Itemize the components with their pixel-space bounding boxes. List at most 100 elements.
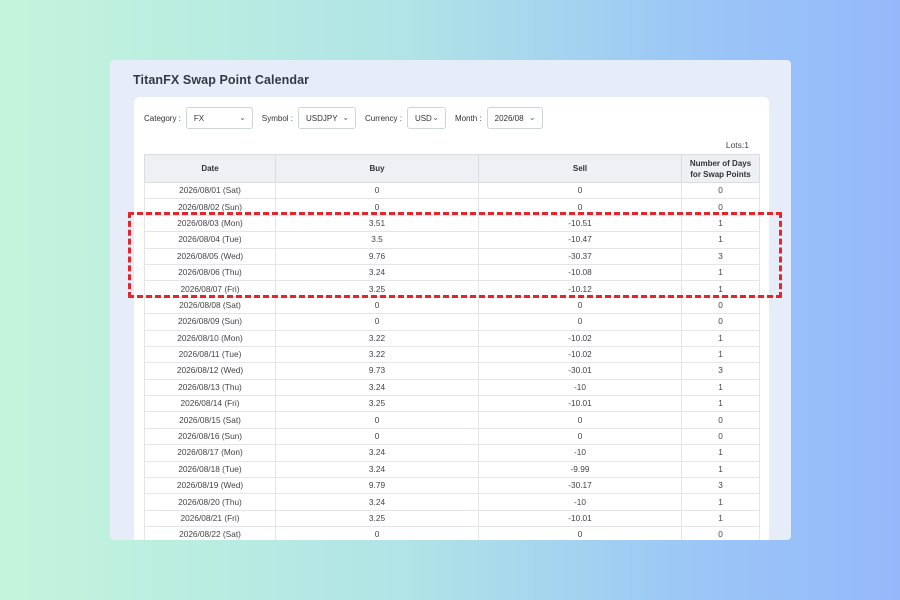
table-row: 2026/08/05 (Wed) 9.76 -30.37 3 <box>144 247 760 265</box>
buy-cell: 3.51 <box>275 214 479 233</box>
days-cell: 0 <box>681 296 760 315</box>
sell-cell: 0 <box>478 411 682 429</box>
buy-header: Buy <box>275 154 479 183</box>
chevron-down-icon: ⌄ <box>432 113 439 122</box>
chevron-down-icon: ⌄ <box>239 113 246 122</box>
window-title: TitanFX Swap Point Calendar <box>133 73 310 87</box>
days-cell: 0 <box>681 411 760 429</box>
date-cell: 2026/08/10 (Mon) <box>144 329 276 347</box>
sell-cell: 0 <box>478 313 682 331</box>
buy-cell: 3.22 <box>275 345 479 364</box>
table-row: 2026/08/19 (Wed) 9.79 -30.17 3 <box>144 477 760 495</box>
symbol-label: Symbol : <box>261 113 294 123</box>
date-cell: 2026/08/02 (Sun) <box>144 198 276 216</box>
table-row: 2026/08/13 (Thu) 3.24 -10 1 <box>144 378 760 397</box>
category-select[interactable]: FX ⌄ <box>185 107 253 129</box>
sell-header: Sell <box>478 154 682 183</box>
sell-cell: -10 <box>478 378 682 397</box>
days-cell: 0 <box>681 313 760 331</box>
days-cell: 1 <box>681 460 760 479</box>
buy-cell: 0 <box>275 411 479 429</box>
date-cell: 2026/08/05 (Wed) <box>144 247 276 265</box>
days-cell: 3 <box>681 247 760 265</box>
buy-cell: 0 <box>275 181 479 200</box>
date-cell: 2026/08/20 (Thu) <box>144 493 276 511</box>
sell-cell: -10.01 <box>478 509 682 528</box>
buy-cell: 9.76 <box>275 247 479 265</box>
table-row: 2026/08/08 (Sat) 0 0 0 <box>144 296 760 315</box>
date-cell: 2026/08/12 (Wed) <box>144 362 276 380</box>
days-cell: 1 <box>681 329 760 347</box>
table-row: 2026/08/06 (Thu) 3.24 -10.08 1 <box>144 263 760 282</box>
sell-cell: -10.08 <box>478 263 682 282</box>
symbol-select[interactable]: USDJPY ⌄ <box>298 107 357 129</box>
sell-cell: 0 <box>478 296 682 315</box>
sell-cell: -10.01 <box>478 395 682 413</box>
buy-cell: 3.22 <box>275 329 479 347</box>
days-cell: 1 <box>681 263 760 282</box>
date-cell: 2026/08/18 (Tue) <box>144 460 276 479</box>
date-cell: 2026/08/17 (Mon) <box>144 444 276 462</box>
chevron-down-icon: ⌄ <box>528 113 536 122</box>
days-cell: 3 <box>681 477 760 495</box>
buy-cell: 3.25 <box>275 509 479 528</box>
table-row: 2026/08/09 (Sun) 0 0 0 <box>144 313 760 331</box>
sell-cell: 0 <box>478 181 682 200</box>
buy-cell: 9.79 <box>275 477 479 495</box>
days-cell: 1 <box>681 444 760 462</box>
days-cell: 1 <box>681 280 760 298</box>
date-cell: 2026/08/07 (Fri) <box>144 280 276 298</box>
days-cell: 0 <box>681 181 760 200</box>
table-row: 2026/08/04 (Tue) 3.5 -10.47 1 <box>144 231 760 249</box>
buy-cell: 3.25 <box>275 395 479 413</box>
table-row: 2026/08/15 (Sat) 0 0 0 <box>144 411 760 429</box>
days-cell: 0 <box>681 198 760 216</box>
days-cell: 1 <box>681 493 760 511</box>
chevron-down-icon: ⌄ <box>342 113 350 122</box>
days-cell: 1 <box>681 231 760 249</box>
buy-cell: 3.24 <box>275 444 479 462</box>
currency-select[interactable]: USD ⌄ <box>406 107 446 129</box>
table-row: 2026/08/02 (Sun) 0 0 0 <box>144 198 760 216</box>
category-label: Category : <box>144 113 181 123</box>
days-cell: 3 <box>681 362 760 380</box>
buy-cell: 0 <box>275 198 479 216</box>
buy-cell: 0 <box>275 427 479 446</box>
buy-cell: 3.24 <box>275 493 479 511</box>
table-row: 2026/08/16 (Sun) 0 0 0 <box>144 427 760 446</box>
table-row: 2026/08/07 (Fri) 3.25 -10.12 1 <box>144 280 760 298</box>
sell-cell: -30.01 <box>478 362 682 380</box>
table-row: 2026/08/21 (Fri) 3.25 -10.01 1 <box>144 509 760 528</box>
date-cell: 2026/08/03 (Mon) <box>144 214 276 233</box>
sell-cell: 0 <box>478 198 682 216</box>
sell-cell: -10.02 <box>478 329 682 347</box>
days-cell: 1 <box>681 509 760 528</box>
filter-bar: Category : FX ⌄ Symbol : USDJPY ⌄ Curren… <box>144 107 552 129</box>
sell-cell: -10 <box>478 444 682 462</box>
date-cell: 2026/08/06 (Thu) <box>144 263 276 282</box>
table-row: 2026/08/12 (Wed) 9.73 -30.01 3 <box>144 362 760 380</box>
symbol-value: USDJPY <box>306 113 338 123</box>
table-row: 2026/08/18 (Tue) 3.24 -9.99 1 <box>144 460 760 479</box>
table-row: 2026/08/01 (Sat) 0 0 0 <box>144 181 760 200</box>
sell-cell: -10.12 <box>478 280 682 298</box>
date-cell: 2026/08/01 (Sat) <box>144 181 276 200</box>
date-cell: 2026/08/08 (Sat) <box>144 296 276 315</box>
date-cell: 2026/08/16 (Sun) <box>144 427 276 446</box>
table-body: 2026/08/01 (Sat) 0 0 0 2026/08/02 (Sun) 0 0 0 20… <box>144 181 760 540</box>
sell-cell: 0 <box>478 427 682 446</box>
sell-cell: -10 <box>478 493 682 511</box>
month-value: 2026/08 <box>494 113 524 123</box>
buy-cell: 3.5 <box>275 231 479 249</box>
sell-cell: -10.47 <box>478 231 682 249</box>
currency-label: Currency : <box>365 113 402 123</box>
days-cell: 0 <box>681 427 760 446</box>
swap-calendar-window: TitanFX Swap Point Calendar Category : F… <box>110 60 791 540</box>
swap-table: Date Buy Sell Number of Days for Swap Po… <box>144 154 760 540</box>
sell-cell: -10.51 <box>478 214 682 233</box>
date-cell: 2026/08/13 (Thu) <box>144 378 276 397</box>
table-row: 2026/08/14 (Fri) 3.25 -10.01 1 <box>144 395 760 413</box>
currency-value: USD <box>414 113 432 123</box>
month-select[interactable]: 2026/08 ⌄ <box>486 107 543 129</box>
days-cell: 1 <box>681 214 760 233</box>
